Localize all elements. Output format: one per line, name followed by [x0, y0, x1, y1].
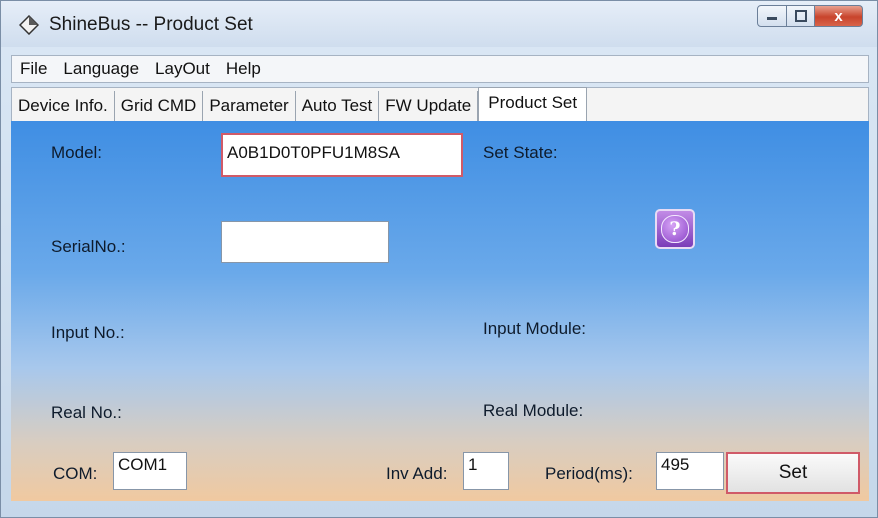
input-no-label: Input No.:: [51, 323, 125, 342]
set-button[interactable]: Set: [726, 452, 860, 494]
minimize-button[interactable]: [757, 5, 787, 27]
menu-layout[interactable]: LayOut: [147, 56, 218, 82]
menu-bar: File Language LayOut Help: [11, 55, 869, 83]
window-title: ShineBus -- Product Set: [49, 14, 253, 35]
tab-device-info[interactable]: Device Info.: [12, 91, 115, 121]
input-module-label: Input Module:: [483, 319, 587, 338]
model-field[interactable]: A0B1D0T0PFU1M8SA: [221, 133, 463, 177]
menu-file[interactable]: File: [12, 56, 55, 82]
diamond-app-icon: [19, 15, 39, 35]
tab-grid-cmd[interactable]: Grid CMD: [115, 91, 204, 121]
close-button[interactable]: x: [815, 5, 863, 27]
serial-label: SerialNo.:: [51, 237, 126, 256]
tab-auto-test[interactable]: Auto Test: [296, 91, 380, 121]
product-set-panel: Model: A0B1D0T0PFU1M8SA Set State: Seria…: [11, 121, 869, 501]
maximize-button[interactable]: [787, 5, 815, 27]
inv-add-field[interactable]: 1: [463, 452, 509, 490]
maximize-icon: [794, 10, 807, 22]
com-label: COM:: [53, 464, 98, 483]
inv-add-label: Inv Add:: [386, 464, 448, 483]
tab-bar: Device Info. Grid CMD Parameter Auto Tes…: [11, 87, 869, 121]
real-module-label: Real Module:: [483, 401, 584, 420]
help-button[interactable]: ?: [655, 209, 695, 249]
real-no-label: Real No.:: [51, 403, 122, 422]
model-label: Model:: [51, 143, 103, 162]
window-controls: x: [757, 5, 863, 29]
app-window: ShineBus -- Product Set x File Language …: [0, 0, 878, 518]
menu-language[interactable]: Language: [55, 56, 147, 82]
close-icon: x: [834, 7, 843, 25]
tab-product-set[interactable]: Product Set: [478, 87, 588, 121]
period-field[interactable]: 495: [656, 452, 724, 490]
com-field[interactable]: COM1: [113, 452, 187, 490]
tab-fw-update[interactable]: FW Update: [379, 91, 479, 121]
set-state-label: Set State:: [483, 143, 558, 162]
minimize-icon: [767, 17, 777, 20]
period-label: Period(ms):: [545, 464, 633, 483]
question-mark-icon: ?: [661, 215, 689, 243]
title-bar[interactable]: ShineBus -- Product Set x: [1, 1, 877, 47]
tab-parameter[interactable]: Parameter: [203, 91, 296, 121]
menu-help[interactable]: Help: [218, 56, 269, 82]
serial-field[interactable]: [221, 221, 389, 263]
